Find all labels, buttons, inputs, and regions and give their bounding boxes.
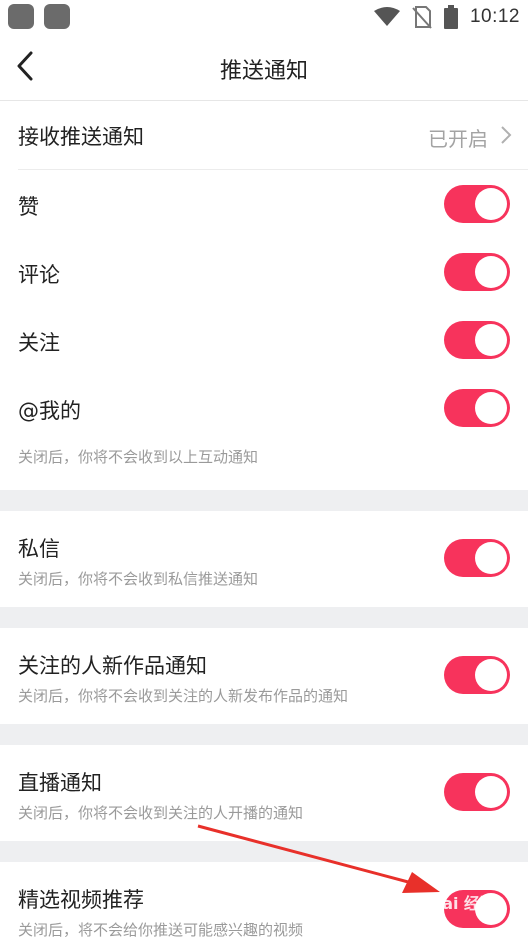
toggle-knob (475, 542, 507, 574)
section-gap (0, 841, 528, 862)
setting-description: 关闭后，将不会给你推送可能感兴趣的视频 (18, 921, 304, 939)
section-gap (0, 607, 528, 628)
toggle-knob (475, 392, 507, 424)
follow-toggle[interactable] (444, 321, 510, 359)
battery-icon (443, 5, 458, 29)
setting-label: 直播通知 (18, 771, 102, 795)
setting-row-private-message: 私信 关闭后，你将不会收到私信推送通知 (0, 511, 528, 607)
setting-row-like: 赞 (0, 170, 528, 238)
setting-label: 赞 (18, 195, 39, 219)
setting-row-live: 直播通知 关闭后，你将不会收到关注的人开播的通知 (0, 745, 528, 841)
mention-toggle[interactable] (444, 389, 510, 427)
private-message-toggle[interactable] (444, 539, 510, 577)
setting-label: 关注的人新作品通知 (18, 654, 207, 678)
setting-description: 关闭后，你将不会收到私信推送通知 (18, 570, 259, 588)
no-sim-icon (412, 6, 432, 29)
section-gap (0, 724, 528, 745)
chevron-right-icon (501, 126, 512, 144)
app-notification-icon (44, 4, 70, 29)
comment-toggle[interactable] (444, 253, 510, 291)
toggle-knob (475, 776, 507, 808)
setting-row-new-works: 关注的人新作品通知 关闭后，你将不会收到关注的人新发布作品的通知 (0, 628, 528, 724)
setting-label: 私信 (18, 537, 60, 561)
toggle-knob (475, 324, 507, 356)
status-bar: 10:12 (0, 0, 528, 34)
clock: 10:12 (469, 6, 520, 27)
setting-description: 关闭后，你将不会收到关注的人开播的通知 (18, 804, 304, 822)
toggle-knob (475, 659, 507, 691)
setting-label: @我的 (18, 399, 81, 423)
setting-label: 关注 (18, 331, 60, 355)
receive-push-status: 已开启 (428, 127, 488, 151)
app-notification-icon (8, 4, 34, 29)
receive-push-label: 接收推送通知 (18, 125, 144, 149)
like-toggle[interactable] (444, 185, 510, 223)
page-title: 推送通知 (219, 59, 308, 84)
setting-row-follow: 关注 (0, 306, 528, 374)
setting-label: 精选视频推荐 (18, 888, 144, 912)
section-gap (0, 490, 528, 511)
setting-row-mention: @我的 关闭后，你将不会收到以上互动通知 (0, 374, 528, 490)
setting-row-featured: 精选视频推荐 关闭后，将不会给你推送可能感兴趣的视频 (0, 862, 528, 951)
setting-row-comment: 评论 (0, 238, 528, 306)
toggle-knob (475, 893, 507, 925)
nav-bar: 推送通知 (0, 34, 528, 101)
setting-label: 评论 (18, 263, 60, 287)
wifi-icon (373, 7, 400, 26)
toggle-knob (475, 188, 507, 220)
toggle-knob (475, 256, 507, 288)
interaction-note: 关闭后，你将不会收到以上互动通知 (18, 448, 259, 466)
live-toggle[interactable] (444, 773, 510, 811)
setting-description: 关闭后，你将不会收到关注的人新发布作品的通知 (18, 687, 349, 705)
featured-toggle[interactable] (444, 890, 510, 928)
receive-push-row[interactable]: 接收推送通知 已开启 (0, 101, 528, 169)
new-works-toggle[interactable] (444, 656, 510, 694)
